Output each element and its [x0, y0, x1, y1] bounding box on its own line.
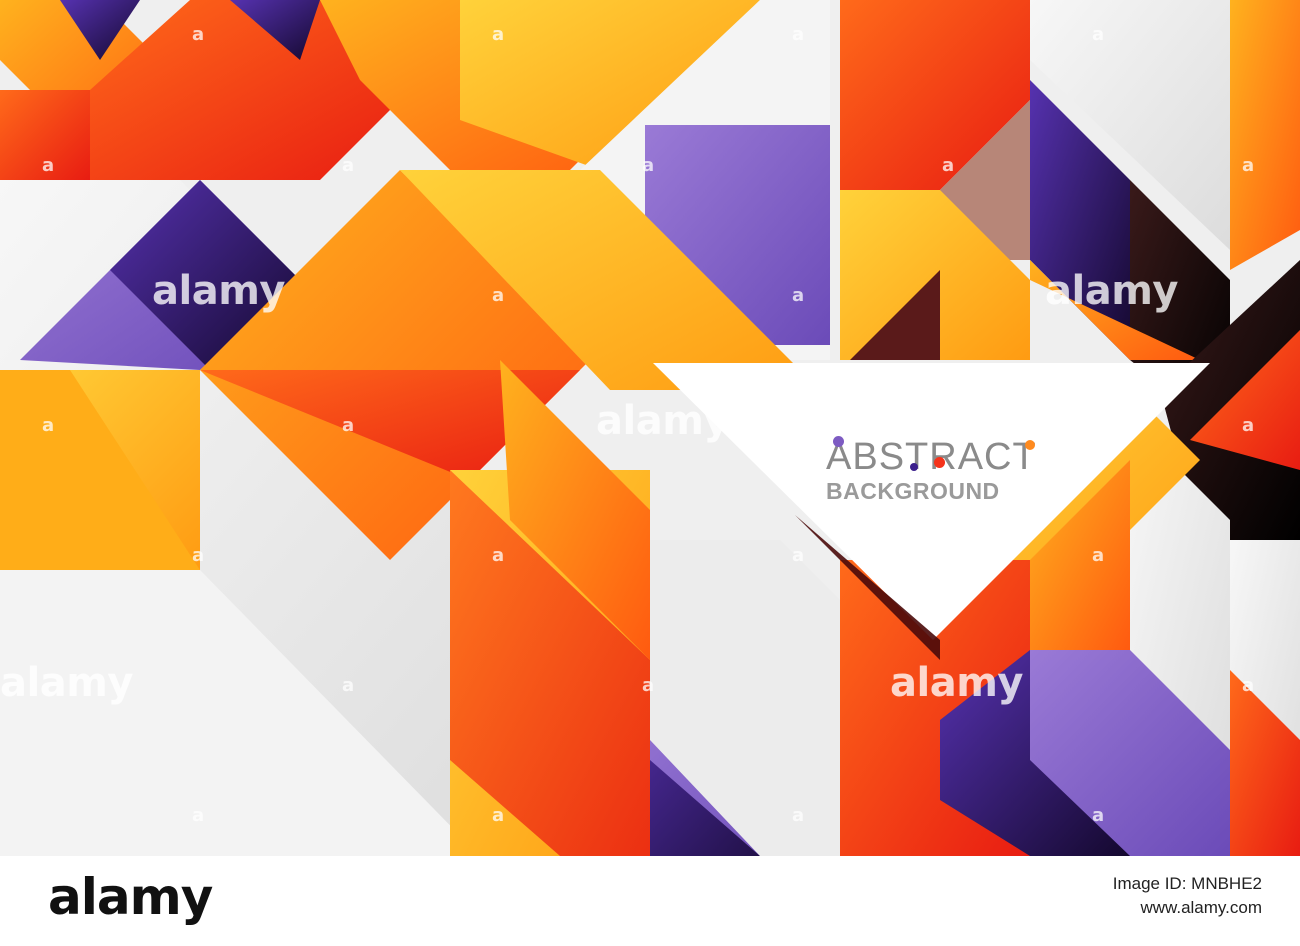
watermark: alamy: [890, 660, 1023, 706]
image-id: Image ID: MNBHE2: [1112, 874, 1262, 893]
watermark-mark: a: [792, 24, 805, 45]
artwork-title: ABSTRACT: [826, 436, 1066, 478]
site-url[interactable]: www.alamy.com: [1113, 896, 1262, 920]
image-info: Image ID: MNBHE2 www.alamy.com: [1113, 872, 1262, 920]
watermark: alamy: [152, 268, 285, 314]
watermark-mark: a: [642, 675, 655, 696]
watermark-mark: a: [492, 24, 505, 45]
watermark-mark: a: [792, 285, 805, 306]
watermark-mark: a: [342, 415, 355, 436]
title-dot-purple: [833, 436, 844, 447]
watermark-mark: a: [192, 545, 205, 566]
watermark-mark: a: [1242, 675, 1255, 696]
title-dot-dark: [910, 463, 918, 471]
watermark-mark: a: [1092, 24, 1105, 45]
watermark: alamy: [0, 660, 133, 706]
watermark-mark: a: [492, 805, 505, 826]
watermark-mark: a: [492, 545, 505, 566]
artwork-subtitle: BACKGROUND: [826, 478, 1000, 504]
watermark-mark: a: [1242, 415, 1255, 436]
footer-bar: alamy Image ID: MNBHE2 www.alamy.com: [0, 856, 1300, 946]
watermark-mark: a: [642, 155, 655, 176]
watermark-mark: a: [192, 805, 205, 826]
watermark: alamy: [596, 398, 729, 444]
watermark-mark: a: [42, 155, 55, 176]
watermark-mark: a: [342, 155, 355, 176]
watermark-mark: a: [792, 805, 805, 826]
watermark-mark: a: [492, 285, 505, 306]
title-dot-orange: [1025, 440, 1035, 450]
watermark-mark: a: [942, 155, 955, 176]
watermark-mark: a: [342, 675, 355, 696]
watermark-mark: a: [42, 415, 55, 436]
watermark-mark: a: [1092, 805, 1105, 826]
watermark-mark: a: [1092, 545, 1105, 566]
watermark: alamy: [1045, 268, 1178, 314]
title-dot-red: [934, 457, 945, 468]
watermark-mark: a: [192, 24, 205, 45]
watermark-mark: a: [1242, 155, 1255, 176]
watermark-mark: a: [792, 545, 805, 566]
alamy-logo[interactable]: alamy: [48, 868, 213, 926]
title-text: ABSTRACT: [826, 436, 1037, 478]
